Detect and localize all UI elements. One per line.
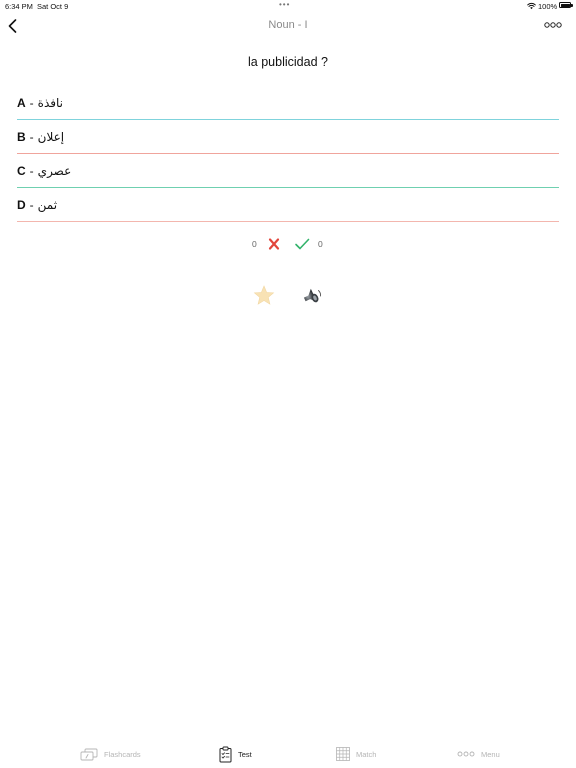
- answer-option-b[interactable]: B - إعلان: [17, 120, 559, 154]
- option-letter: C: [17, 163, 26, 178]
- option-letter: D: [17, 197, 26, 212]
- nav-bar: Noun - I: [0, 12, 576, 40]
- grid-icon: [336, 747, 350, 761]
- question-text: la publicidad ?: [248, 55, 328, 69]
- battery-percent: 100%: [538, 2, 558, 11]
- battery-icon: [559, 2, 573, 8]
- answer-option-a[interactable]: A - نافذة: [17, 86, 559, 120]
- answer-option-c[interactable]: C - عصري: [17, 154, 559, 188]
- tab-flashcards[interactable]: Flashcards: [80, 744, 141, 764]
- multitasking-dots-icon[interactable]: •••: [279, 1, 290, 9]
- tab-label: Flashcards: [104, 749, 141, 759]
- tab-match[interactable]: Match: [336, 744, 376, 764]
- tab-test[interactable]: Test: [219, 744, 252, 764]
- cross-icon: [268, 238, 280, 250]
- status-bar: 6:34 PM Sat Oct 9 ••• 100%: [0, 0, 576, 12]
- status-time: 6:34 PM: [5, 2, 33, 11]
- dots-icon: [457, 751, 475, 757]
- option-letter: A: [17, 95, 26, 110]
- speaker-icon: [303, 288, 322, 303]
- right-count: 0: [318, 239, 323, 249]
- tab-label: Test: [238, 749, 252, 759]
- answer-option-d[interactable]: D - ثمن: [17, 188, 559, 222]
- clipboard-icon: [219, 746, 232, 763]
- more-options-button[interactable]: [541, 18, 565, 32]
- status-date: Sat Oct 9: [37, 2, 69, 11]
- wrong-count: 0: [252, 239, 257, 249]
- wifi-icon: [527, 2, 536, 10]
- option-answer: ثمن: [37, 197, 58, 212]
- page-title: Noun - I: [268, 19, 308, 31]
- option-answer: عصري: [37, 163, 72, 178]
- tab-label: Menu: [481, 749, 500, 759]
- score-row: 0 0: [0, 236, 576, 254]
- tab-label: Match: [356, 749, 377, 759]
- option-answer: إعلان: [37, 129, 65, 144]
- star-icon: [253, 285, 275, 305]
- option-answer: نافذة: [37, 95, 63, 110]
- option-letter: B: [17, 129, 26, 144]
- checkmark-icon: [295, 238, 310, 250]
- favorite-button[interactable]: [253, 285, 275, 306]
- tab-bar: Flashcards Test Match Menu: [0, 740, 576, 768]
- more-dots-icon: [544, 22, 562, 28]
- flashcards-icon: [80, 748, 98, 761]
- speak-button[interactable]: [301, 285, 323, 307]
- answer-options: A - نافذة B - إعلان C - عصري D - ثمن: [17, 86, 559, 222]
- tab-menu[interactable]: Menu: [457, 744, 500, 764]
